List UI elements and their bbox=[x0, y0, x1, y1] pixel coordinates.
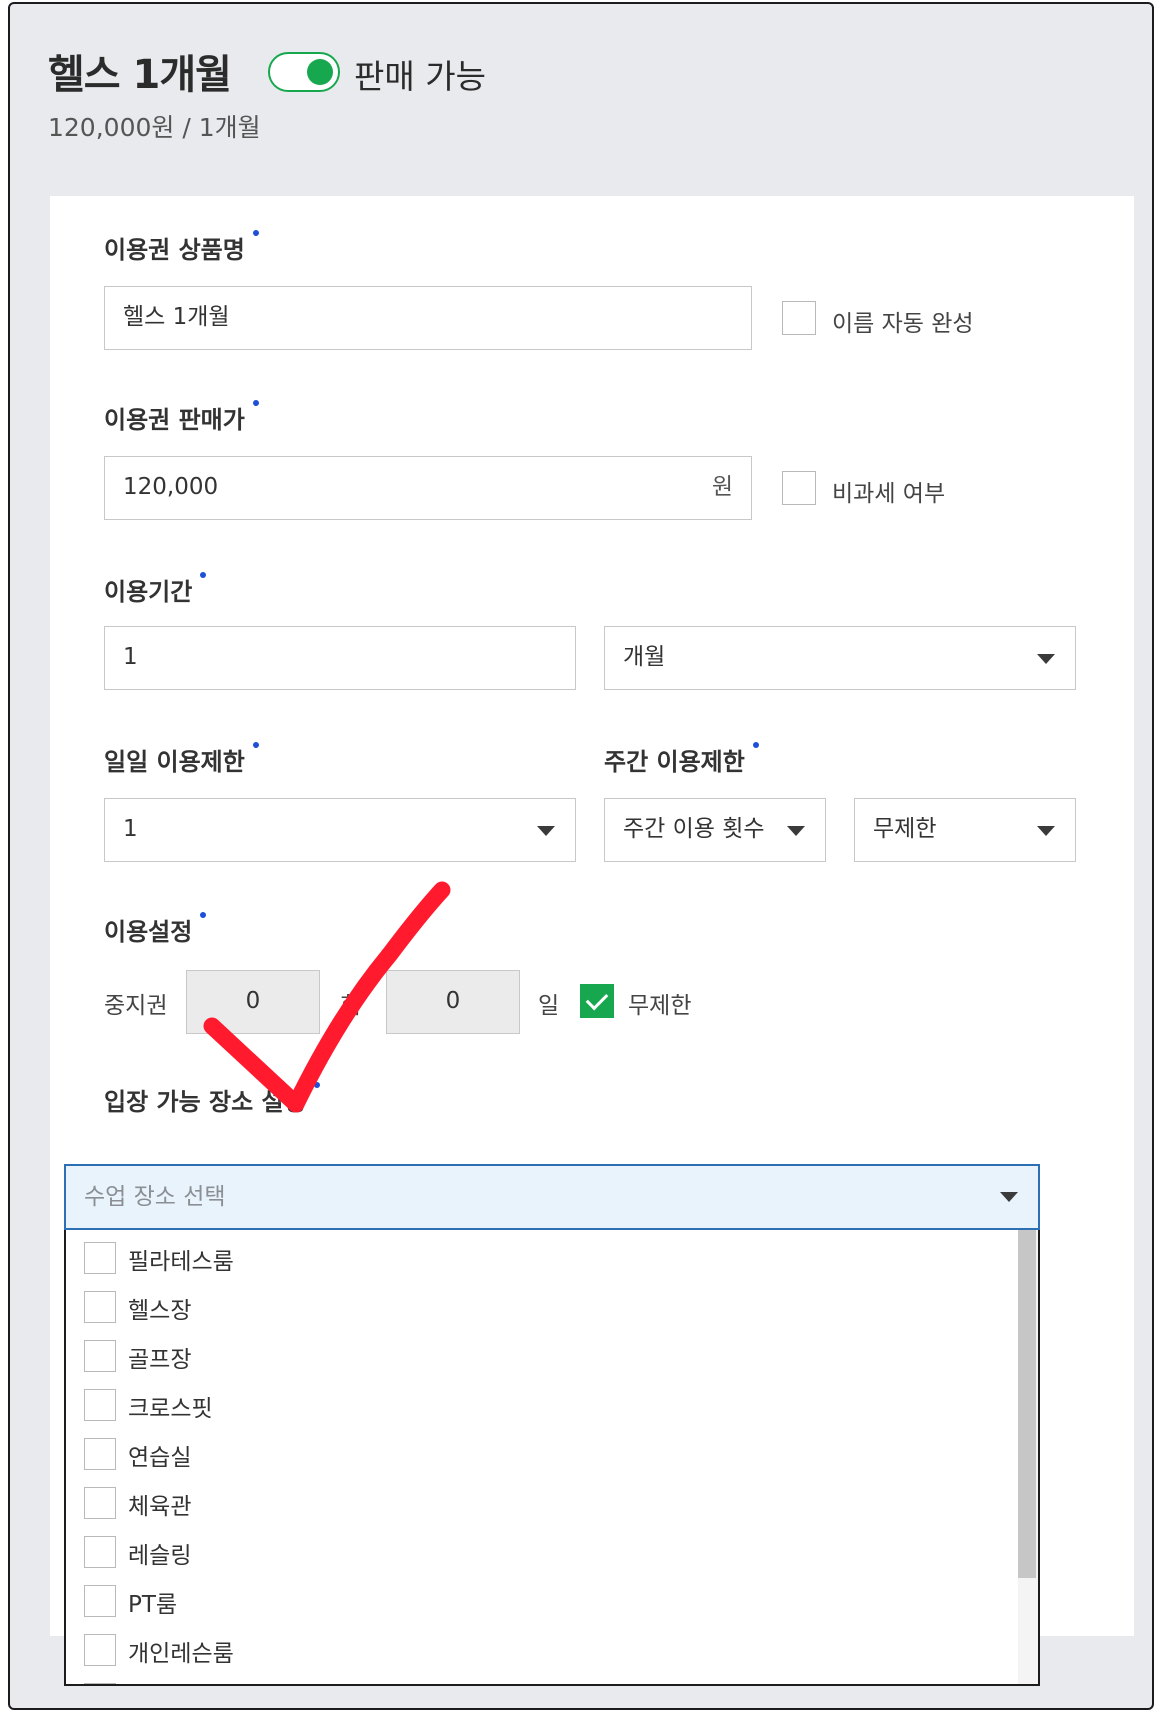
option-checkbox[interactable] bbox=[84, 1634, 116, 1666]
daily-limit-label: 일일 이용제한 bbox=[104, 742, 259, 777]
pause-count-input[interactable]: 0 bbox=[186, 970, 320, 1034]
option-checkbox[interactable] bbox=[84, 1585, 116, 1617]
required-dot bbox=[200, 572, 207, 578]
pause-days-input[interactable]: 0 bbox=[386, 970, 520, 1034]
price-unit: 원 bbox=[711, 474, 733, 500]
sale-toggle[interactable] bbox=[268, 52, 340, 92]
period-input[interactable]: 1 bbox=[104, 626, 576, 690]
price-value: 120,000 bbox=[123, 474, 219, 500]
required-dot bbox=[252, 230, 259, 236]
usage-settings-label: 이용설정 bbox=[104, 912, 207, 947]
required-dot bbox=[252, 400, 259, 406]
name-input[interactable]: 헬스 1개월 bbox=[104, 286, 752, 350]
weekly-limit-value: 무제한 bbox=[873, 816, 937, 842]
weekly-limit-value-select[interactable]: 무제한 bbox=[854, 798, 1076, 862]
page-title: 헬스 1개월 bbox=[48, 52, 232, 98]
option-checkbox[interactable] bbox=[84, 1438, 116, 1470]
unlimited-checkbox[interactable] bbox=[580, 984, 614, 1018]
chevron-down-icon bbox=[537, 826, 555, 836]
period-label: 이용기간 bbox=[104, 572, 207, 607]
location-placeholder: 수업 장소 선택 bbox=[84, 1184, 226, 1210]
price-label: 이용권 판매가 bbox=[104, 400, 259, 435]
toggle-knob bbox=[307, 59, 333, 85]
option-checkbox[interactable] bbox=[84, 1291, 116, 1323]
name-label: 이용권 상품명 bbox=[104, 230, 259, 265]
taxfree-label: 비과세 여부 bbox=[832, 481, 946, 507]
location-dropdown[interactable]: 필라테스룸 헬스장 골프장 크로스핏 연습실 체육관 레슬링 PT룸 개인레슨룸 bbox=[64, 1230, 1040, 1686]
chevron-down-icon bbox=[1000, 1192, 1018, 1202]
weekly-limit-label: 주간 이용제한 bbox=[604, 742, 759, 777]
chevron-down-icon bbox=[787, 826, 805, 836]
location-select[interactable]: 수업 장소 선택 bbox=[64, 1164, 1040, 1230]
location-label: 입장 가능 장소 설정 bbox=[104, 1082, 320, 1117]
option-checkbox[interactable] bbox=[84, 1487, 116, 1519]
option-checkbox[interactable] bbox=[84, 1683, 116, 1684]
weekly-limit-type-select[interactable]: 주간 이용 횟수 bbox=[604, 798, 826, 862]
option-checkbox[interactable] bbox=[84, 1389, 116, 1421]
option-checkbox[interactable] bbox=[84, 1340, 116, 1372]
autocomplete-checkbox[interactable] bbox=[782, 301, 816, 335]
autocomplete-label: 이름 자동 완성 bbox=[832, 311, 974, 337]
scrollbar-thumb[interactable] bbox=[1018, 1230, 1036, 1578]
sale-toggle-label: 판매 가능 bbox=[354, 57, 486, 96]
pause-days-unit: 일 bbox=[538, 993, 560, 1019]
price-summary: 120,000원 / 1개월 bbox=[48, 113, 261, 142]
weekly-limit-type-value: 주간 이용 횟수 bbox=[623, 816, 765, 842]
daily-limit-select[interactable]: 1 bbox=[104, 798, 576, 862]
period-unit-value: 개월 bbox=[623, 644, 666, 670]
pause-count-unit: 회 bbox=[340, 993, 362, 1019]
required-dot bbox=[752, 742, 759, 748]
period-unit-select[interactable]: 개월 bbox=[604, 626, 1076, 690]
chevron-down-icon bbox=[1037, 654, 1055, 664]
price-input[interactable]: 120,000 원 bbox=[104, 456, 752, 520]
pause-label: 중지권 bbox=[104, 993, 168, 1019]
taxfree-checkbox[interactable] bbox=[782, 471, 816, 505]
required-dot bbox=[252, 742, 259, 748]
daily-limit-value: 1 bbox=[123, 816, 138, 842]
option-checkbox[interactable] bbox=[84, 1536, 116, 1568]
unlimited-label: 무제한 bbox=[628, 993, 692, 1019]
scrollbar-track[interactable] bbox=[1018, 1230, 1038, 1684]
required-dot bbox=[313, 1082, 320, 1088]
option-checkbox[interactable] bbox=[84, 1242, 116, 1274]
required-dot bbox=[200, 912, 207, 918]
app-window: 헬스 1개월 판매 가능 120,000원 / 1개월 이용권 상품명 헬스 1… bbox=[8, 2, 1154, 1710]
chevron-down-icon bbox=[1037, 826, 1055, 836]
